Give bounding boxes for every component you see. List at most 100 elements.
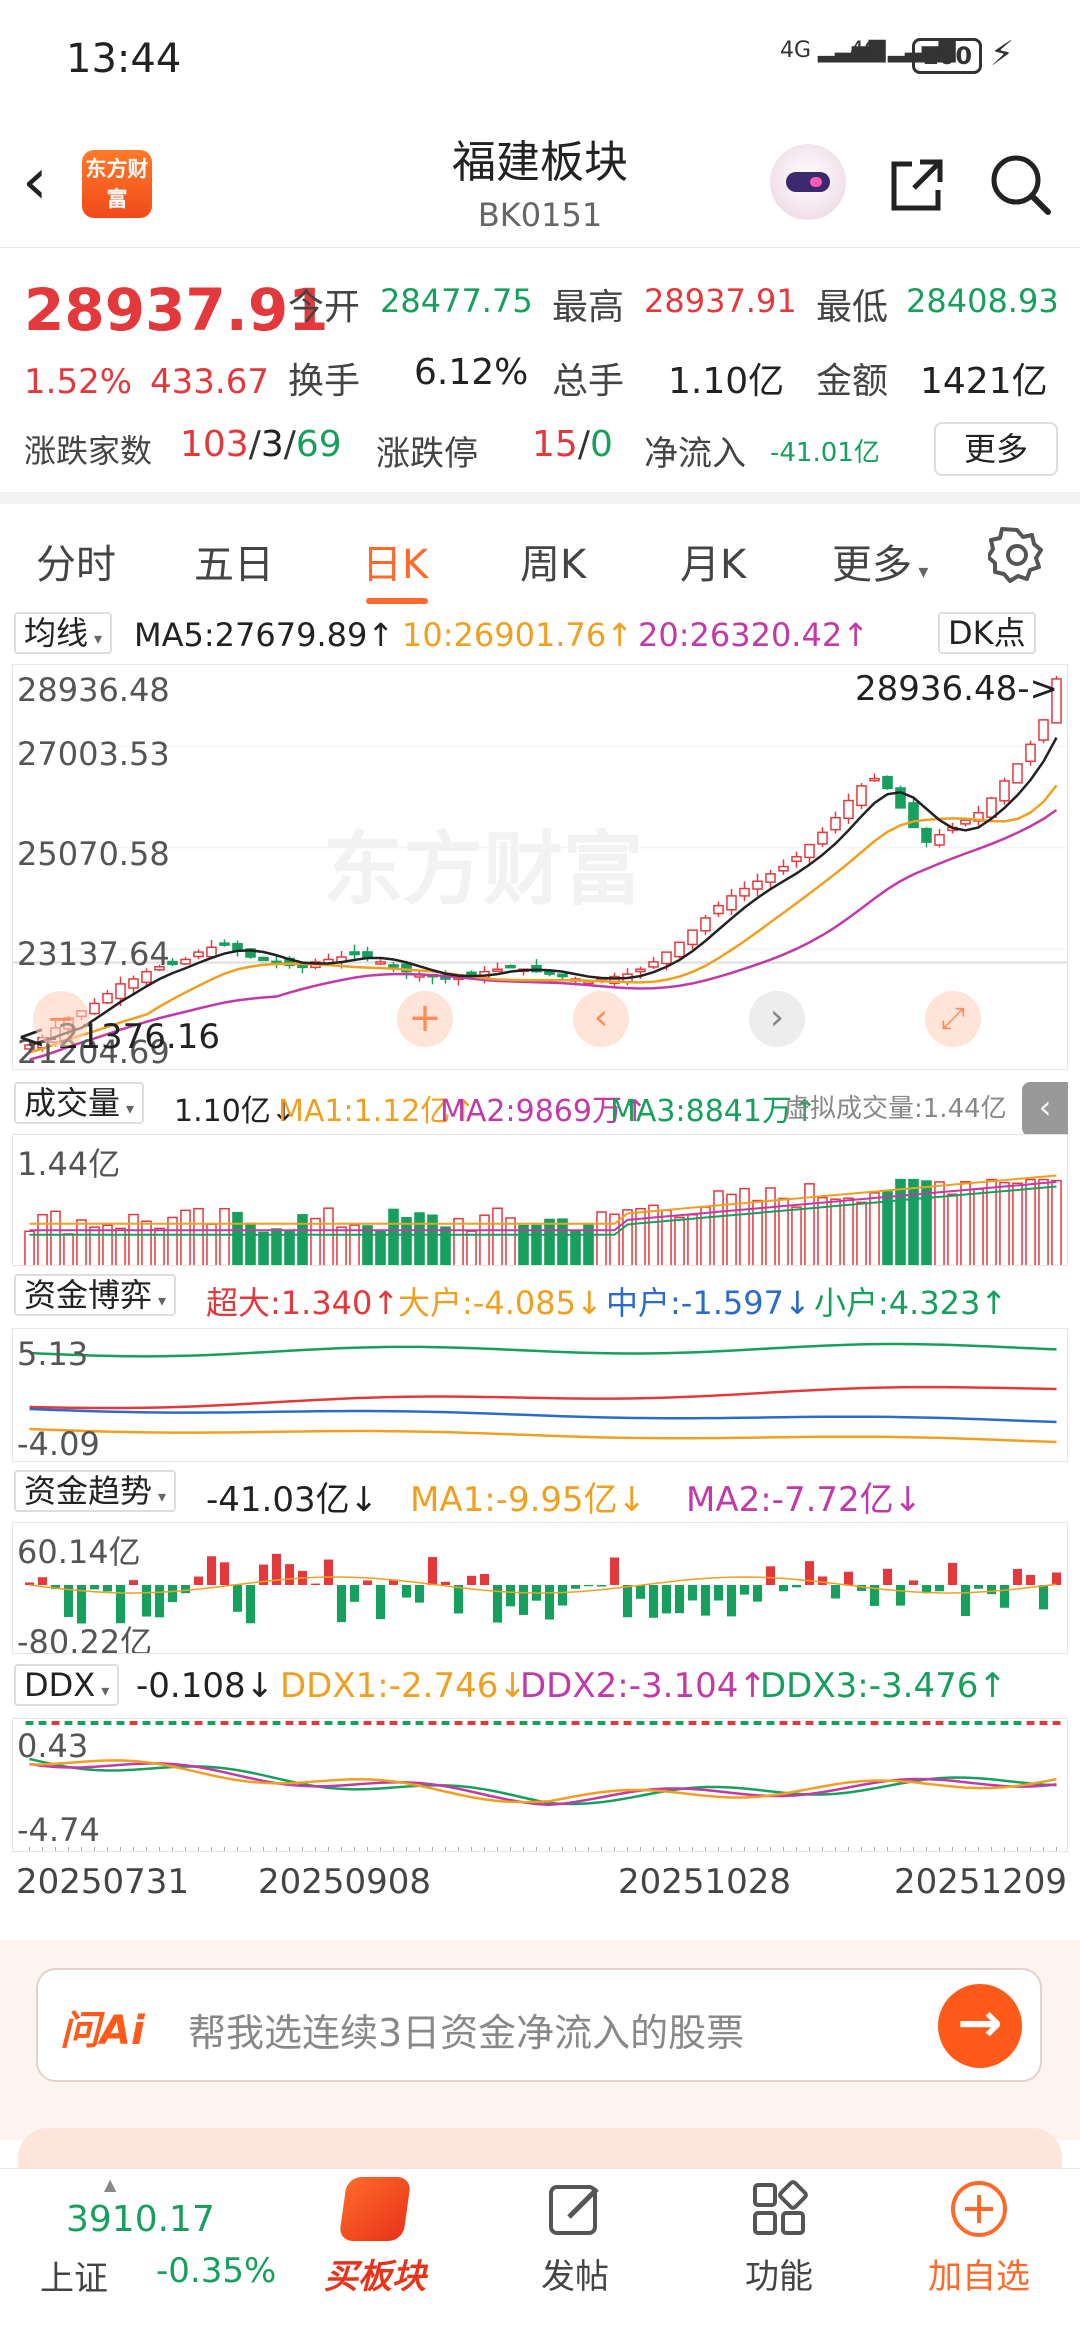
ddx-bar (805, 1721, 814, 1725)
tab-monthly-k[interactable]: 月K (680, 532, 746, 590)
volume-bar (505, 1217, 516, 1265)
zoom-in-icon[interactable]: + (397, 991, 453, 1047)
trend-bar (635, 1585, 646, 1599)
tab-weekly-k[interactable]: 周K (520, 532, 586, 590)
nav-post[interactable]: 发帖 (500, 2177, 650, 2298)
trend-bar (1051, 1572, 1062, 1585)
candle-body (817, 831, 828, 845)
volume-bar (128, 1213, 139, 1265)
breadth-value: 103/3/69 (180, 424, 342, 465)
send-arrow-icon[interactable]: → (938, 1984, 1022, 2068)
trend-selector[interactable]: 资金趋势 ▾ (14, 1470, 177, 1512)
trend-bar (232, 1585, 243, 1612)
ddx-bar (571, 1721, 580, 1725)
ddx-bar (584, 1721, 593, 1725)
trend-bar (193, 1576, 204, 1585)
date-label: 20251028 (618, 1862, 792, 1902)
mid-investor-line (29, 1407, 1057, 1424)
fullscreen-icon[interactable]: ⤢ (925, 991, 981, 1047)
ma-selector[interactable]: 均线 ▾ (14, 612, 113, 654)
candle-body (882, 775, 893, 790)
volume-bar (180, 1209, 191, 1265)
collapse-icon[interactable]: ‹ (1022, 1082, 1068, 1136)
trend-legend-row: 资金趋势 ▾ -41.03亿↓ MA1:-9.95亿↓ MA2:-7.72亿↓ (0, 1470, 1080, 1520)
volume-selector[interactable]: 成交量 ▾ (14, 1082, 145, 1124)
ai-robot-icon[interactable] (770, 144, 846, 220)
index-ticker[interactable]: ▲ 3910.17 上证 -0.35% (0, 2169, 276, 2341)
trend-bar (947, 1562, 958, 1585)
candle-body (505, 964, 516, 969)
trend-bar (726, 1585, 737, 1617)
share-icon[interactable] (882, 150, 952, 220)
volume-value: 1.10亿 (668, 361, 785, 402)
volume-bar (401, 1216, 412, 1265)
candle-body (960, 819, 971, 825)
ddx-bar (363, 1721, 372, 1725)
date-label: 20250908 (258, 1862, 432, 1902)
battery-icon: 100 (912, 38, 982, 74)
ai-input[interactable]: 问Ai 帮我选连续3日资金净流入的股票 → (36, 1968, 1042, 2082)
fund-selector[interactable]: 资金博弈 ▾ (14, 1274, 177, 1316)
ddx1-value: DDX1:-2.746↓ (280, 1666, 527, 1706)
search-icon[interactable] (986, 150, 1056, 220)
volume-bar (141, 1220, 152, 1265)
ddx-bar (259, 1721, 268, 1725)
ma10-value: 10:26901.76↑ (402, 616, 633, 654)
trend-bar (648, 1585, 659, 1618)
candle-body (856, 785, 867, 807)
ddx-bar (909, 1721, 918, 1725)
trend-y-bottom: -80.22亿 (17, 1623, 153, 1654)
nav-function[interactable]: 功能 (704, 2177, 854, 2298)
ddx-bar (441, 1721, 450, 1725)
amount-value: 1421亿 (920, 361, 1048, 402)
more-button[interactable]: 更多 (934, 422, 1058, 476)
kline-chart[interactable]: 东方财富 28936.48 27003.53 25070.58 23137.64… (12, 664, 1068, 1070)
turnover-label: 换手 (288, 361, 361, 402)
prev-icon[interactable]: ‹ (573, 991, 629, 1047)
volume-bar (336, 1226, 347, 1265)
trend-bar (37, 1577, 48, 1585)
settings-gear-icon[interactable] (988, 526, 1046, 584)
trend-bar (375, 1585, 386, 1620)
ddx-bar (142, 1721, 151, 1725)
ddx-selector[interactable]: DDX ▾ (14, 1664, 120, 1706)
ddx-bar (675, 1721, 684, 1725)
nav-add-watchlist[interactable]: 加自选 (904, 2177, 1054, 2298)
tab-more[interactable]: 更多 ▾ (832, 532, 928, 590)
volume-bar (622, 1209, 633, 1265)
ddx-bar (480, 1721, 489, 1725)
trend-bar (765, 1566, 776, 1585)
ddx-bar (415, 1721, 424, 1725)
ddx-chart: 0.43 -4.74 (12, 1718, 1068, 1852)
buy-sector-icon (338, 2177, 412, 2241)
limit-label: 涨跌停 (376, 434, 478, 474)
volume-bar (193, 1207, 204, 1265)
next-icon[interactable]: › (749, 991, 805, 1047)
ddx-bar (701, 1721, 710, 1725)
ddx-bar (831, 1721, 840, 1725)
candle-body (362, 951, 373, 958)
trend-bar (141, 1585, 152, 1617)
date-axis: 20250731 20250908 20251028 20251209 (0, 1862, 1080, 1912)
tab-minute[interactable]: 分时 (36, 532, 116, 590)
zoom-out-icon[interactable]: − (33, 991, 89, 1047)
nav-buy-sector[interactable]: 买板块 (300, 2177, 450, 2298)
ma5-value: MA5:27679.89↑ (134, 616, 395, 654)
volume-bar (440, 1226, 451, 1265)
trend-bar (323, 1559, 334, 1585)
ddx-bar (610, 1721, 619, 1725)
tab-daily-k[interactable]: 日K (362, 532, 428, 590)
trend-ma2: MA2:-7.72亿↓ (686, 1480, 923, 1520)
trend-bar (414, 1585, 425, 1603)
y-axis-2: 27003.53 (17, 735, 170, 773)
candle-body (206, 946, 217, 958)
ddx-bar (493, 1721, 502, 1725)
ddx-bar (779, 1721, 788, 1725)
volume-bar (76, 1219, 87, 1265)
volume-bar (466, 1230, 477, 1265)
candle-body (765, 873, 776, 883)
promo-banner[interactable] (18, 2128, 1062, 2168)
dk-point-button[interactable]: DK点 (938, 612, 1036, 654)
tab-five-day[interactable]: 五日 (194, 532, 274, 590)
trend-bar (661, 1585, 672, 1614)
